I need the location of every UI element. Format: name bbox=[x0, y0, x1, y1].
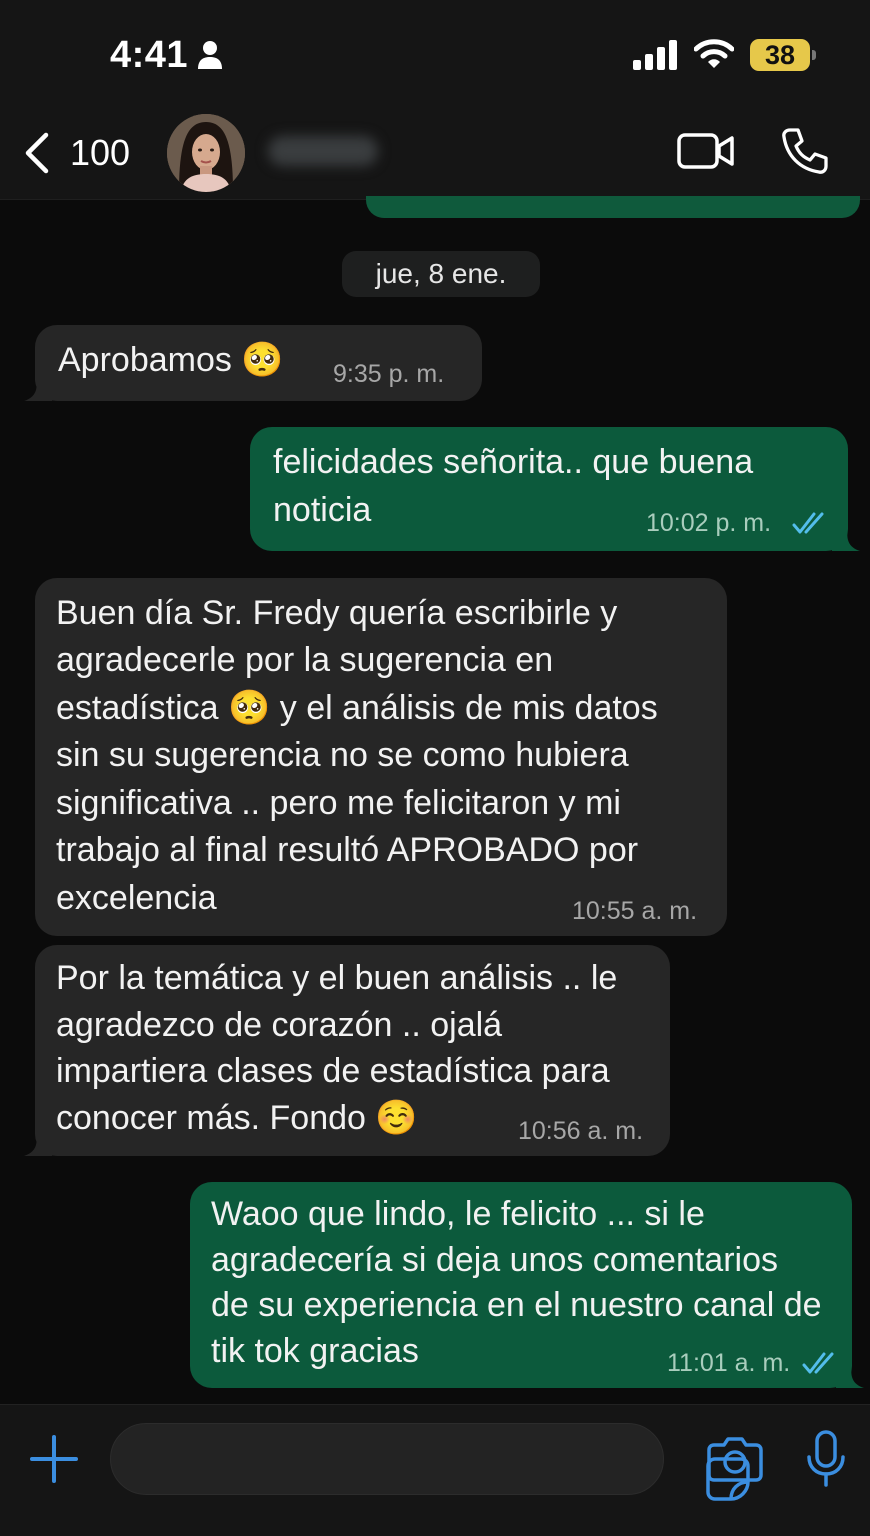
message-bubble-incoming[interactable]: Aprobamos 🥺 9:35 p. m. bbox=[35, 325, 482, 401]
microphone-icon[interactable] bbox=[805, 1429, 847, 1489]
date-separator: jue, 8 ene. bbox=[342, 251, 540, 297]
bubble-tail bbox=[24, 377, 52, 401]
previous-message-edge bbox=[366, 196, 860, 218]
message-text-line: estadística 🥺 y el análisis de mis datos bbox=[56, 689, 658, 727]
status-time: 4:41 bbox=[110, 34, 189, 76]
message-text-line: agradezco de corazón .. ojalá bbox=[56, 1006, 503, 1044]
contact-avatar[interactable] bbox=[167, 114, 245, 192]
message-text-line: impartiera clases de estadística para bbox=[56, 1052, 610, 1090]
message-time: 11:01 a. m. bbox=[667, 1349, 791, 1377]
signal-icon bbox=[633, 40, 677, 70]
message-text-line: Waoo que lindo, le felicito ... si le bbox=[211, 1195, 705, 1233]
phone-icon[interactable] bbox=[780, 126, 830, 176]
camera-icon[interactable] bbox=[706, 1435, 764, 1483]
status-bar: 4:41 38 bbox=[0, 0, 870, 100]
message-text-line: conocer más. Fondo ☺️ bbox=[56, 1099, 418, 1137]
bubble-tail bbox=[24, 1132, 52, 1156]
message-time: 9:35 p. m. bbox=[333, 360, 445, 388]
battery-icon: 38 bbox=[750, 39, 816, 71]
double-check-icon bbox=[792, 512, 824, 534]
chat-header: 100 bbox=[0, 100, 870, 200]
unread-count: 100 bbox=[70, 132, 131, 173]
message-composer bbox=[0, 1404, 870, 1536]
avatar-photo bbox=[167, 114, 245, 192]
message-bubble-outgoing[interactable]: Waoo que lindo, le felicito ... si le ag… bbox=[190, 1182, 852, 1388]
message-text-line: sin su sugerencia no se como hubiera bbox=[56, 736, 629, 774]
message-text-line: felicidades señorita.. que buena bbox=[273, 443, 754, 481]
bubble-tail bbox=[836, 1364, 864, 1388]
message-text-line: trabajo al final resultó APROBADO por bbox=[56, 831, 639, 869]
message-text-line: tik tok gracias bbox=[211, 1332, 419, 1370]
message-time: 10:02 p. m. bbox=[646, 509, 772, 537]
message-bubble-incoming[interactable]: Buen día Sr. Fredy quería escribirle y a… bbox=[35, 578, 727, 936]
message-text-line: noticia bbox=[273, 491, 372, 529]
message-text: Aprobamos 🥺 bbox=[58, 341, 284, 379]
message-time: 10:55 a. m. bbox=[572, 897, 698, 925]
chevron-left-icon bbox=[25, 132, 49, 174]
battery-level: 38 bbox=[764, 40, 796, 70]
person-icon bbox=[198, 41, 222, 69]
double-check-icon bbox=[802, 1352, 834, 1374]
message-text-line: excelencia bbox=[56, 879, 217, 917]
message-input[interactable] bbox=[110, 1423, 750, 1501]
message-bubble-outgoing[interactable]: felicidades señorita.. que buena noticia… bbox=[250, 427, 848, 551]
plus-icon[interactable] bbox=[28, 1433, 80, 1485]
message-text-line: de su experiencia en el nuestro canal de bbox=[211, 1286, 822, 1324]
contact-name-blurred[interactable] bbox=[268, 136, 378, 166]
message-time: 10:56 a. m. bbox=[518, 1117, 644, 1145]
bubble-tail bbox=[832, 527, 860, 551]
message-text-line: Buen día Sr. Fredy quería escribirle y bbox=[56, 594, 618, 632]
video-call-icon[interactable] bbox=[676, 130, 736, 172]
back-button[interactable]: 100 bbox=[20, 130, 140, 176]
message-text-line: agradecería si deja unos comentarios bbox=[211, 1241, 778, 1279]
message-bubble-incoming[interactable]: Por la temática y el buen análisis .. le… bbox=[35, 945, 670, 1156]
wifi-icon bbox=[694, 39, 734, 68]
message-text-line: significativa .. pero me felicitaron y m… bbox=[56, 784, 621, 822]
message-text-line: Por la temática y el buen análisis .. le bbox=[56, 959, 618, 997]
message-text-line: agradecerle por la sugerencia en bbox=[56, 641, 554, 679]
